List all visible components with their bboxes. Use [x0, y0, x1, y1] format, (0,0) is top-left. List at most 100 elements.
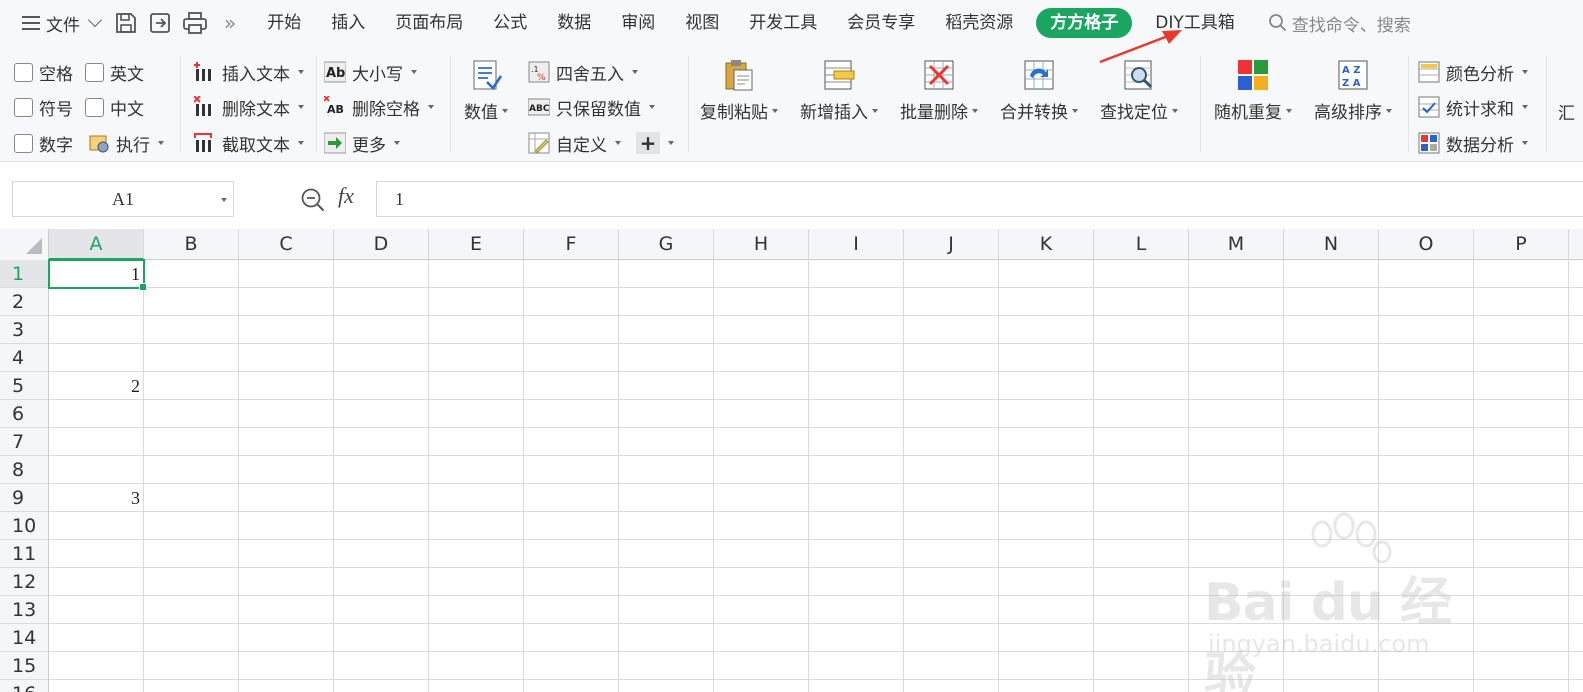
dropdown-caret-icon	[1522, 70, 1528, 74]
command-search[interactable]: 查找命令、搜索	[1268, 11, 1411, 36]
copy-paste-button[interactable]: 复制粘贴	[700, 58, 778, 123]
column-header-H[interactable]: H	[714, 229, 809, 260]
data-analysis-button[interactable]: 数据分析	[1418, 130, 1528, 156]
dropdown-caret-icon	[649, 105, 655, 109]
column-header-D[interactable]: D	[334, 229, 429, 260]
color-analysis-button[interactable]: 颜色分析	[1418, 59, 1528, 85]
row-header-12[interactable]: 12	[0, 568, 48, 596]
check-english[interactable]: 英文	[85, 59, 144, 85]
row-header-16[interactable]: 16	[0, 680, 48, 692]
extract-text-button[interactable]: 截取文本	[194, 130, 304, 156]
execute-button[interactable]: 执行	[88, 130, 164, 156]
column-header-E[interactable]: E	[429, 229, 524, 260]
cell-A5[interactable]: 2	[49, 372, 144, 400]
check-space[interactable]: 空格	[14, 59, 73, 85]
tab-insert[interactable]: 插入	[316, 8, 380, 38]
tab-review[interactable]: 审阅	[606, 8, 670, 38]
more-label: 更多	[352, 135, 386, 156]
delete-space-button[interactable]: AB 删除空格	[324, 94, 434, 120]
column-header-G[interactable]: G	[619, 229, 714, 260]
row-header-14[interactable]: 14	[0, 624, 48, 652]
row-header-9[interactable]: 9	[0, 484, 48, 512]
custom-button[interactable]: 自定义	[528, 130, 621, 156]
export-icon[interactable]	[148, 11, 172, 35]
advanced-sort-button[interactable]: A Z Z A 高级排序	[1314, 58, 1392, 123]
fx-icon[interactable]: fx	[338, 183, 354, 209]
round-button[interactable]: .1% 四舍五入	[528, 59, 638, 85]
column-header-J[interactable]: J	[904, 229, 999, 260]
row-header-5[interactable]: 5	[0, 372, 48, 400]
row-header-13[interactable]: 13	[0, 596, 48, 624]
file-menu[interactable]: 文件	[22, 11, 103, 36]
row-header-3[interactable]: 3	[0, 316, 48, 344]
random-grid-icon	[1238, 60, 1268, 90]
row-header-2[interactable]: 2	[0, 288, 48, 316]
batch-delete-icon	[924, 60, 954, 90]
dropdown-caret-icon	[428, 105, 434, 109]
check-digit[interactable]: 数字	[14, 130, 73, 156]
column-header-P[interactable]: P	[1474, 229, 1569, 260]
name-box[interactable]: A1	[12, 181, 234, 217]
keep-value-button[interactable]: ABC 只保留数值	[528, 94, 655, 120]
add-function-button[interactable]: +	[636, 130, 674, 156]
column-header-I[interactable]: I	[809, 229, 904, 260]
tab-docer[interactable]: 稻壳资源	[930, 8, 1028, 38]
ribbon-separator	[450, 56, 451, 152]
tab-data[interactable]: 数据	[542, 8, 606, 38]
row-header-11[interactable]: 11	[0, 540, 48, 568]
tab-page-layout[interactable]: 页面布局	[380, 8, 478, 38]
save-icon[interactable]	[114, 11, 138, 35]
row-header-10[interactable]: 10	[0, 512, 48, 540]
tab-formulas[interactable]: 公式	[478, 8, 542, 38]
search-icon	[1268, 14, 1286, 32]
tab-member[interactable]: 会员专享	[832, 8, 930, 38]
merge-convert-button[interactable]: 合并转换	[1000, 58, 1078, 123]
insert-text-button[interactable]: 插入文本	[194, 59, 304, 85]
tab-developer[interactable]: 开发工具	[734, 8, 832, 38]
case-button[interactable]: Ab 大小写	[324, 59, 417, 85]
select-all-corner[interactable]	[0, 229, 49, 260]
column-header-C[interactable]: C	[239, 229, 334, 260]
add-insert-button[interactable]: 新增插入	[800, 58, 878, 123]
sort-az-icon: A Z Z A	[1338, 60, 1368, 90]
column-header-A[interactable]: A	[49, 229, 144, 260]
check-chinese[interactable]: 中文	[85, 94, 144, 120]
formula-input[interactable]: 1	[376, 181, 1583, 217]
column-header-O[interactable]: O	[1379, 229, 1474, 260]
tab-home[interactable]: 开始	[252, 8, 316, 38]
zoom-out-icon[interactable]	[300, 187, 326, 213]
delete-text-button[interactable]: 删除文本	[194, 94, 304, 120]
column-header-F[interactable]: F	[524, 229, 619, 260]
dropdown-caret-icon	[411, 70, 417, 74]
svg-text:ABC: ABC	[529, 104, 550, 114]
row-header-15[interactable]: 15	[0, 652, 48, 680]
column-header-L[interactable]: L	[1094, 229, 1189, 260]
column-header-B[interactable]: B	[144, 229, 239, 260]
more-tools-icon[interactable]: »	[224, 11, 236, 35]
check-digit-label: 数字	[39, 135, 73, 156]
row-header-6[interactable]: 6	[0, 400, 48, 428]
row-header-4[interactable]: 4	[0, 344, 48, 372]
value-button[interactable]: 数值	[464, 58, 508, 123]
custom-label: 自定义	[556, 135, 607, 156]
cell-A9[interactable]: 3	[49, 484, 144, 512]
random-repeat-button[interactable]: 随机重复	[1214, 58, 1292, 123]
column-header-M[interactable]: M	[1189, 229, 1284, 260]
check-symbol[interactable]: 符号	[14, 94, 73, 120]
tab-view[interactable]: 视图	[670, 8, 734, 38]
keep-value-label: 只保留数值	[556, 99, 641, 120]
stat-sum-button[interactable]: 统计求和	[1418, 94, 1528, 120]
batch-delete-button[interactable]: 批量删除	[900, 58, 978, 123]
row-header-1[interactable]: 1	[0, 260, 48, 288]
column-header-N[interactable]: N	[1284, 229, 1379, 260]
dropdown-caret-icon	[772, 108, 778, 113]
ribbon-separator	[688, 56, 689, 152]
row-header-8[interactable]: 8	[0, 456, 48, 484]
print-icon[interactable]	[182, 11, 208, 35]
watermark-url: jingyan.baidu.com	[1208, 630, 1430, 658]
more-button[interactable]: 更多	[324, 130, 400, 156]
summary-button-cut[interactable]: 汇	[1558, 98, 1580, 124]
column-header-K[interactable]: K	[999, 229, 1094, 260]
row-header-7[interactable]: 7	[0, 428, 48, 456]
menu-bar: 文件 » 开始 插入 页面布局 公式 数据 审阅 视图 开发工具 会员专享 稻壳…	[0, 0, 1583, 46]
